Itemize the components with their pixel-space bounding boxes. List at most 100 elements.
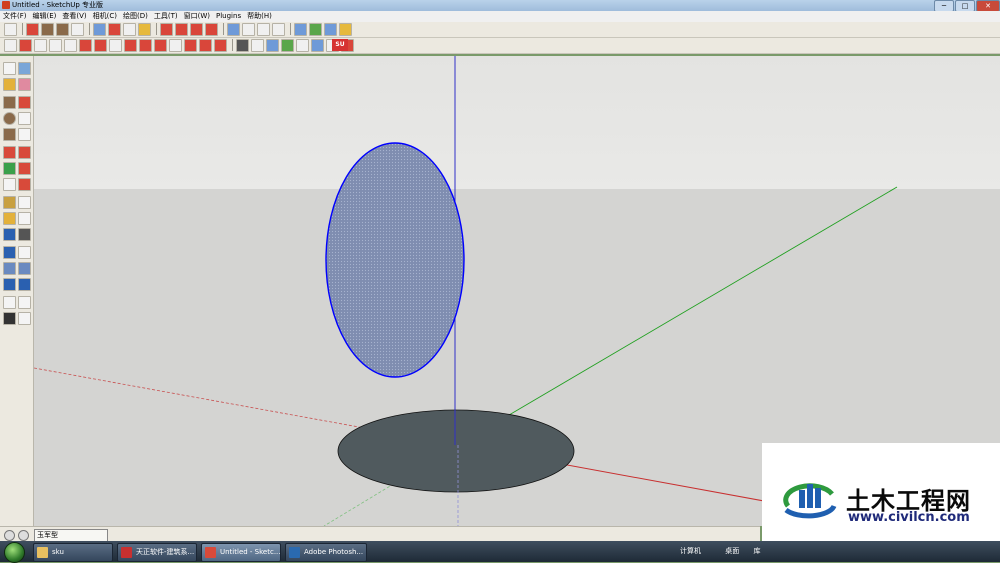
move-icon[interactable]: [175, 23, 188, 36]
position-camera-icon[interactable]: [266, 39, 279, 52]
text-tool-icon[interactable]: [296, 39, 309, 52]
freehand-icon[interactable]: [18, 128, 31, 141]
position-camera-palette-icon[interactable]: [3, 296, 16, 309]
zoom-palette-icon[interactable]: [3, 262, 16, 275]
walk-icon[interactable]: [251, 39, 264, 52]
menu-tools[interactable]: 工具(T): [151, 11, 181, 22]
paint-icon[interactable]: [3, 78, 16, 91]
component-icon[interactable]: [18, 62, 31, 75]
zoom-window-icon[interactable]: [18, 262, 31, 275]
left-tool-palette: [0, 56, 34, 526]
views-icon[interactable]: [4, 39, 17, 52]
menu-view[interactable]: 查看(V): [59, 11, 89, 22]
dimension-icon[interactable]: [311, 39, 324, 52]
push-pull-icon[interactable]: [160, 23, 173, 36]
add-detail-icon[interactable]: [124, 39, 137, 52]
geo-location-icon[interactable]: [4, 530, 15, 541]
offset-icon[interactable]: [205, 23, 218, 36]
line-palette-icon[interactable]: [18, 96, 31, 109]
toolbar-secondary: SU: [0, 38, 1000, 54]
solid-subtract-icon[interactable]: [169, 39, 182, 52]
su-logo-button[interactable]: SU: [332, 39, 348, 51]
eraser-icon[interactable]: [108, 23, 121, 36]
eraser-palette-icon[interactable]: [18, 78, 31, 91]
tape-measure-icon[interactable]: [123, 23, 136, 36]
rectangle-tool-icon[interactable]: [41, 23, 54, 36]
3d-text-icon[interactable]: [18, 228, 31, 241]
menu-camera[interactable]: 相机(C): [90, 11, 120, 22]
arc-tool-icon[interactable]: [71, 23, 84, 36]
menu-help[interactable]: 帮助(H): [244, 11, 275, 22]
credits-icon[interactable]: [18, 530, 29, 541]
dimension-palette-icon[interactable]: [18, 196, 31, 209]
taskbar-item-tangent[interactable]: 天正软件-建筑系...: [117, 543, 197, 562]
orbit-palette-icon[interactable]: [3, 246, 16, 259]
selected-circle-face[interactable]: [325, 142, 465, 378]
grid-icon[interactable]: [49, 39, 62, 52]
tray-computer[interactable]: 计算机: [680, 547, 701, 555]
stamp-icon[interactable]: [94, 39, 107, 52]
section-plane-icon[interactable]: [236, 39, 249, 52]
menu-draw[interactable]: 绘图(D): [120, 11, 151, 22]
civilcn-logo-icon: [783, 483, 837, 519]
taskbar-item-sku[interactable]: sku: [33, 543, 113, 562]
scale-icon[interactable]: [3, 178, 16, 191]
text-palette-icon[interactable]: [18, 212, 31, 225]
follow-me-icon[interactable]: [18, 162, 31, 175]
menu-plugins[interactable]: Plugins: [213, 11, 244, 22]
tray-library[interactable]: 库: [753, 547, 760, 555]
share-model-icon[interactable]: [309, 23, 322, 36]
menu-edit[interactable]: 编辑(E): [30, 11, 60, 22]
previous-view-icon[interactable]: [3, 278, 16, 291]
tape-palette-icon[interactable]: [3, 196, 16, 209]
walk-palette-icon[interactable]: [3, 312, 16, 325]
move-palette-icon[interactable]: [3, 146, 16, 159]
polygon-icon[interactable]: [3, 128, 16, 141]
zoom-icon[interactable]: [257, 23, 270, 36]
sandbox-icon[interactable]: [34, 39, 47, 52]
circle-tool-icon[interactable]: [56, 23, 69, 36]
get-models-icon[interactable]: [294, 23, 307, 36]
look-around-icon[interactable]: [281, 39, 294, 52]
start-button-icon[interactable]: [4, 542, 25, 563]
axes-palette-icon[interactable]: [3, 228, 16, 241]
pencil-icon[interactable]: [19, 39, 32, 52]
tray-desktop[interactable]: 桌面: [725, 547, 739, 555]
solid-split-icon[interactable]: [199, 39, 212, 52]
arc-palette-icon[interactable]: [18, 112, 31, 125]
from-contours-icon[interactable]: [64, 39, 77, 52]
section-palette-icon[interactable]: [18, 312, 31, 325]
push-pull-palette-icon[interactable]: [18, 146, 31, 159]
extension-icon[interactable]: [339, 23, 352, 36]
taskbar-item-label: 天正软件-建筑系...: [136, 548, 195, 556]
pan-palette-icon[interactable]: [18, 246, 31, 259]
warehouse-icon[interactable]: [324, 23, 337, 36]
look-around-palette-icon[interactable]: [18, 296, 31, 309]
menu-file[interactable]: 文件(F): [0, 11, 30, 22]
flip-edge-icon[interactable]: [139, 39, 152, 52]
solid-union-icon[interactable]: [154, 39, 167, 52]
select-icon[interactable]: [3, 62, 16, 75]
rectangle-palette-icon[interactable]: [3, 96, 16, 109]
taskbar: sku 天正软件-建筑系... Untitled - Sketc... Adob…: [0, 541, 1000, 563]
zoom-extents-palette-icon[interactable]: [18, 278, 31, 291]
solid-trim-icon[interactable]: [184, 39, 197, 52]
rotate-palette-icon[interactable]: [3, 162, 16, 175]
smoove-icon[interactable]: [79, 39, 92, 52]
drape-icon[interactable]: [109, 39, 122, 52]
zoom-extents-icon[interactable]: [272, 23, 285, 36]
taskbar-item-photoshop[interactable]: Adobe Photosh...: [285, 543, 367, 562]
circle-palette-icon[interactable]: [3, 112, 16, 125]
pan-icon[interactable]: [242, 23, 255, 36]
make-component-icon[interactable]: [93, 23, 106, 36]
line-tool-icon[interactable]: [26, 23, 39, 36]
rotate-icon[interactable]: [190, 23, 203, 36]
offset-palette-icon[interactable]: [18, 178, 31, 191]
taskbar-item-sketchup[interactable]: Untitled - Sketc...: [201, 543, 281, 562]
paint-bucket-icon[interactable]: [138, 23, 151, 36]
protractor-palette-icon[interactable]: [3, 212, 16, 225]
select-tool-icon[interactable]: [4, 23, 17, 36]
orbit-icon[interactable]: [227, 23, 240, 36]
outer-shell-icon[interactable]: [214, 39, 227, 52]
menu-window[interactable]: 窗口(W): [181, 11, 213, 22]
